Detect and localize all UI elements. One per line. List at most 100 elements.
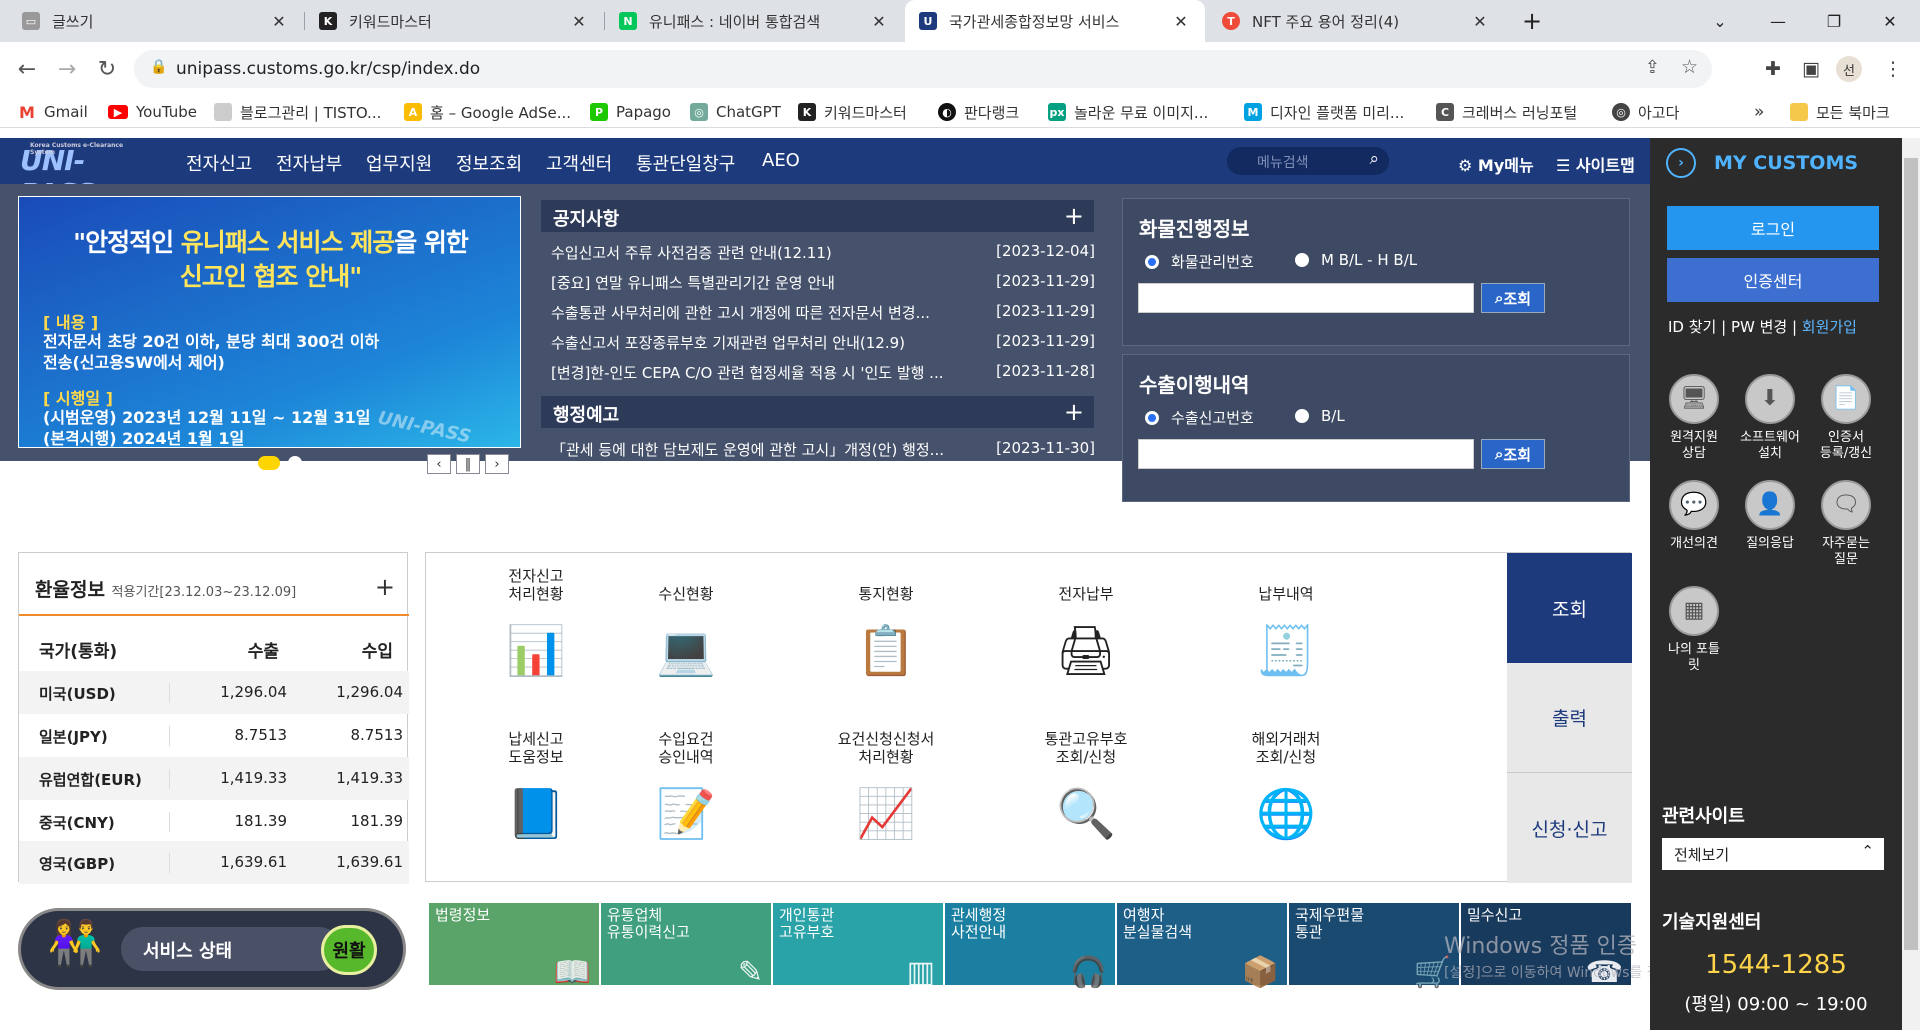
export-decl-no-radio[interactable]: 수출신고번호	[1145, 407, 1254, 428]
close-icon[interactable]: ✕	[569, 12, 589, 31]
quick-link-personal-code[interactable]: 개인통관 고유부호 ▥	[772, 902, 944, 988]
service-customs-code[interactable]: 통관고유부호 조회/신청 🔍	[1011, 728, 1161, 854]
admin-notice-item[interactable]: 「관세 등에 대한 담보제도 운영에 관한 고시」개정(안) 행정... [202…	[551, 439, 1095, 463]
more-bookmarks-icon[interactable]: »	[1754, 100, 1764, 124]
menu-search-input[interactable]: 메뉴검색 ⌕	[1227, 147, 1389, 175]
close-icon[interactable]: ✕	[869, 12, 889, 31]
my-customs-header[interactable]: › MY CUSTOMS	[1666, 146, 1902, 180]
notice-item[interactable]: 수출신고서 포장종류부호 기재관련 업무처리 안내(12.9) [2023-11-…	[551, 332, 1095, 356]
menu-e-filing[interactable]: 전자신고	[186, 150, 252, 176]
share-icon[interactable]: ⇪	[1645, 57, 1660, 78]
export-bl-radio[interactable]: B/L	[1295, 407, 1345, 425]
service-import-approval[interactable]: 수입요건 승인내역 📝	[611, 728, 761, 854]
bookmark-papago[interactable]: P Papago	[590, 100, 671, 124]
more-exchange-button[interactable]: +	[375, 573, 395, 601]
service-payment-history[interactable]: 납부내역 🧾	[1211, 565, 1361, 691]
bookmark-pandarank[interactable]: ◐ 판다랭크	[938, 100, 1019, 124]
browser-tab[interactable]: ▭ 글쓰기 ✕	[8, 0, 303, 42]
change-pw-link[interactable]: PW 변경	[1731, 318, 1787, 336]
tab-search-icon[interactable]: ⌄	[1692, 0, 1748, 42]
minimize-button[interactable]: —	[1750, 0, 1806, 42]
bookmark-pixabay[interactable]: px 놀라운 무료 이미지...	[1048, 100, 1208, 124]
notice-item[interactable]: [중요] 연말 유니패스 특별관리기간 운영 안내 [2023-11-29]	[551, 272, 1095, 296]
login-button[interactable]: 로그인	[1667, 206, 1879, 250]
service-notice-status[interactable]: 통지현황 📋	[811, 565, 961, 691]
feedback-button[interactable]: 💬 개선의견	[1656, 480, 1732, 552]
next-slide-button[interactable]: ›	[485, 454, 509, 474]
service-receive-status[interactable]: 수신현황 💻	[611, 565, 761, 691]
join-link[interactable]: 회원가입	[1802, 318, 1857, 336]
admin-notice-item[interactable]: 「신용카드 등에 의한 관세, 과태료 및 통고처분 납부대행수... [2023…	[551, 469, 1095, 493]
bookmark-miricanvas[interactable]: M 디자인 플랫폼 미리...	[1244, 100, 1404, 124]
quick-link-distribution[interactable]: 유통업체 유통이력신고 ✎	[600, 902, 772, 988]
quick-link-guide[interactable]: 관세행정 사전안내 🎧	[944, 902, 1116, 988]
service-overseas-partner[interactable]: 해외거래처 조회/신청 🌐	[1211, 728, 1361, 854]
scrollbar-thumb[interactable]	[1904, 158, 1918, 950]
menu-info-inquiry[interactable]: 정보조회	[456, 150, 522, 176]
qna-button[interactable]: 👤 질의응답	[1732, 480, 1808, 552]
cargo-search-button[interactable]: ⌕ 조회	[1481, 283, 1545, 313]
cert-center-button[interactable]: 인증센터	[1667, 258, 1879, 302]
menu-customer-center[interactable]: 고객센터	[546, 150, 612, 176]
pause-slide-button[interactable]: ‖	[456, 454, 480, 474]
browser-tab-active[interactable]: U 국가관세종합정보망 서비스 ✕	[905, 0, 1205, 42]
bookmark-chatgpt[interactable]: ◎ ChatGPT	[690, 100, 781, 124]
side-panel-icon[interactable]: ▣	[1796, 54, 1826, 84]
cargo-number-input[interactable]	[1138, 283, 1474, 313]
quick-link-postal[interactable]: 국제우편물 통관 🛒	[1288, 902, 1460, 988]
software-install-button[interactable]: ⬇ 소프트웨어 설치	[1732, 374, 1808, 462]
notice-item[interactable]: 수출통관 사무처리에 관한 고시 개정에 따른 전자문서 변경... [2023-…	[551, 302, 1095, 326]
page-scrollbar[interactable]	[1902, 138, 1920, 1030]
menu-kebab-icon[interactable]: ⋮	[1878, 54, 1908, 84]
extensions-icon[interactable]: ✚	[1758, 54, 1788, 84]
find-id-link[interactable]: ID 찾기	[1668, 318, 1716, 336]
bookmark-youtube[interactable]: ▶ YouTube	[108, 100, 197, 124]
bookmark-crebugs[interactable]: C 크레버스 러닝포털	[1436, 100, 1577, 124]
more-admin-notice-button[interactable]: +	[1064, 398, 1084, 426]
browser-tab[interactable]: N 유니패스 : 네이버 통합검색 ✕	[605, 0, 903, 42]
notice-item[interactable]: [변경]한-인도 CEPA C/O 관련 협정세율 적용 시 '인도 발행 ..…	[551, 362, 1095, 386]
slide-indicator-active[interactable]	[258, 456, 280, 470]
bookmark-agoda[interactable]: ◎ 아고다	[1612, 100, 1679, 124]
service-requirement-status[interactable]: 요건신청신청서 처리현황 📈	[811, 728, 961, 854]
search-icon[interactable]: ⌕	[1369, 149, 1379, 169]
quick-link-lost-items[interactable]: 여행자 분실물검색 📦	[1116, 902, 1288, 988]
service-tax-help[interactable]: 납세신고 도움정보 📘	[461, 728, 611, 854]
menu-work-support[interactable]: 업무지원	[366, 150, 432, 176]
profile-avatar[interactable]: 선	[1834, 54, 1864, 84]
remote-support-button[interactable]: 🖥 원격지원 상담	[1656, 374, 1732, 462]
back-icon[interactable]: ←	[12, 54, 42, 84]
faq-button[interactable]: 🗨 자주묻는 질문	[1808, 480, 1884, 568]
export-number-input[interactable]	[1138, 439, 1474, 469]
browser-tab[interactable]: K 키워드마스터 ✕	[305, 0, 603, 42]
bookmark-gmail[interactable]: M Gmail	[18, 100, 88, 124]
close-icon[interactable]: ✕	[1470, 12, 1490, 31]
star-icon[interactable]: ☆	[1681, 56, 1698, 78]
url-input[interactable]: 🔒 unipass.customs.go.kr/csp/index.do ⇪ ☆	[134, 50, 1712, 88]
service-e-payment[interactable]: 전자납부 🖨	[1011, 565, 1161, 691]
notice-banner[interactable]: "안정적인 유니패스 서비스 제공을 위한 신고인 협조 안내" [ 내용 ] …	[18, 196, 521, 448]
menu-e-payment[interactable]: 전자납부	[276, 150, 342, 176]
close-window-button[interactable]: ✕	[1862, 0, 1918, 42]
bookmark-tistory[interactable]: 블로그관리 | TISTO...	[214, 100, 381, 124]
forward-icon[interactable]: →	[52, 54, 82, 84]
maximize-button[interactable]: ❐	[1806, 0, 1862, 42]
close-icon[interactable]: ✕	[1171, 12, 1191, 31]
browser-tab[interactable]: T NFT 주요 용어 정리(4) ✕	[1208, 0, 1504, 42]
new-tab-button[interactable]: +	[1504, 0, 1560, 42]
tab-inquiry[interactable]: 조회	[1507, 553, 1632, 663]
service-e-filing-status[interactable]: 전자신고 처리현황 📊	[461, 565, 611, 691]
export-search-button[interactable]: ⌕ 조회	[1481, 439, 1545, 469]
certificate-button[interactable]: 📄 인증서 등록/갱신	[1808, 374, 1884, 462]
my-portlet-button[interactable]: ▦ 나의 포틀 릿	[1656, 586, 1732, 674]
prev-slide-button[interactable]: ‹	[427, 454, 451, 474]
all-bookmarks[interactable]: 모든 북마크	[1790, 100, 1890, 124]
menu-single-window[interactable]: 통관단일창구	[636, 150, 735, 176]
my-menu-button[interactable]: ⚙ My메뉴	[1458, 152, 1534, 176]
slide-indicator[interactable]	[288, 456, 302, 470]
notice-item[interactable]: 수입신고서 주류 사전검증 관련 안내(12.11) [2023-12-04]	[551, 242, 1095, 266]
bookmark-keyword-master[interactable]: K 키워드마스터	[798, 100, 907, 124]
menu-aeo[interactable]: AEO	[762, 150, 800, 171]
cargo-bl-radio[interactable]: M B/L - H B/L	[1295, 251, 1417, 269]
bookmark-adsense[interactable]: A 홈 – Google AdSe...	[404, 100, 571, 124]
